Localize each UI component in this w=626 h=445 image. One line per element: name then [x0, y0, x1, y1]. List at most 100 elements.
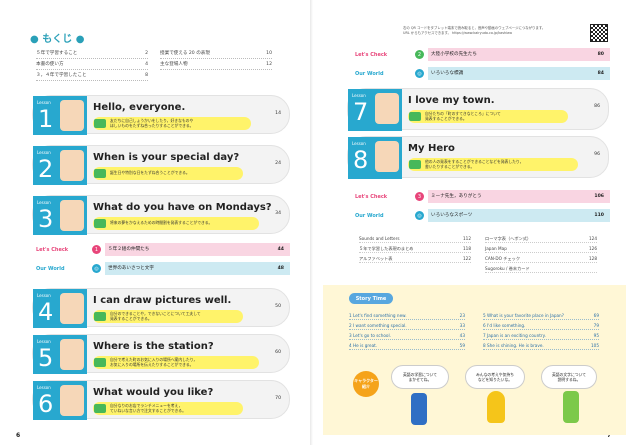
- goal-icon: [94, 169, 106, 178]
- story-item[interactable]: 2 I want something special. 33: [349, 321, 465, 330]
- globe-icon: ◎: [92, 264, 101, 273]
- left-page: ● もくじ ● ５年で学習すること 2 本書の使い方 4 ３，４年で学習したこと 8 …: [0, 0, 313, 445]
- our-world-band[interactable]: Our World ◎ いろいろなスポーツ 110: [355, 209, 610, 222]
- goal-bar: 自分なりのお店でランチメニューを考え， ていねいな言い方で注文することができる。: [93, 402, 243, 415]
- lesson-title: My Hero: [408, 143, 455, 154]
- goal-icon: [94, 119, 106, 128]
- pencil-character-illustration: [563, 391, 579, 423]
- lesson-number-box: Lesson 7: [348, 89, 402, 131]
- character-illustration: [60, 385, 84, 416]
- story-item[interactable]: 1 Let's find something new. 23: [349, 311, 465, 320]
- lesson-title: When is your special day?: [93, 152, 240, 163]
- page-number: 14: [275, 111, 281, 116]
- goal-bar: 自分のできることや，できないことについて工夫して 発表することができる。: [93, 310, 243, 323]
- qr-code-icon[interactable]: [590, 24, 608, 42]
- toc-item[interactable]: 本書の使い方 4: [36, 59, 148, 70]
- character-illustration: [60, 100, 84, 131]
- goal-icon: [409, 112, 421, 121]
- lesson-5-card[interactable]: Lesson 5 Where is the station? 自分で考えた町のお気…: [32, 334, 290, 374]
- story-item[interactable]: 3 Let's go to school. 43: [349, 331, 465, 340]
- goal-bar: 友だちに自己しょうかいをしたり，好きなものや ほしいものをたずね合ったりすること…: [93, 117, 251, 130]
- story-item[interactable]: 6 I'd like something. 79: [483, 321, 599, 330]
- lesson-number-box: Lesson 8: [348, 137, 402, 179]
- goal-bar: 自分で考えた町のお気に入りの場所へ案内したり， お気に入りの場所を伝えたりするこ…: [93, 356, 259, 369]
- speech-bubble: みんなの考えや気持ち などを知りたいな。: [465, 365, 525, 389]
- toc-title: ● もくじ ●: [30, 34, 85, 45]
- page-number: 70: [275, 396, 281, 401]
- appendix-item[interactable]: ５年で学習した表現のまとめ 118: [359, 245, 471, 253]
- goal-text: 他の人の発表をすることができることなどを発表したり， 書いたりすることができる。: [425, 159, 524, 169]
- lesson-title: Hello, everyone.: [93, 102, 186, 113]
- appendix-item[interactable]: アルファベット表 122: [359, 255, 471, 263]
- lesson-number-box: Lesson 5: [33, 335, 87, 374]
- star-character-illustration: [487, 391, 505, 423]
- lesson-number-box: Lesson 1: [33, 96, 87, 135]
- character-illustration: [60, 200, 84, 231]
- lets-check-2-band[interactable]: Let's Check 2 大陸小学校の先生たち 80: [355, 48, 610, 61]
- goal-text: 将来の夢をかなえるための時間割を発表することができる。: [110, 220, 213, 225]
- goal-bar: 将来の夢をかなえるための時間割を発表することができる。: [93, 217, 259, 230]
- story-item[interactable]: 7 Japan is an exciting country. 95: [483, 331, 599, 340]
- toc-item[interactable]: ５年で学習すること 2: [36, 48, 148, 59]
- lesson-number-box: Lesson 3: [33, 196, 87, 235]
- story-item[interactable]: 4 He is great. 59: [349, 341, 465, 350]
- lesson-4-card[interactable]: Lesson 4 I can draw pictures well. 自分のできる…: [32, 288, 290, 328]
- our-world-band[interactable]: Our World ◎ いろいろな標識 84: [355, 67, 610, 80]
- character-illustration: [375, 141, 399, 172]
- character-illustration: [60, 150, 84, 181]
- character-illustration: [375, 93, 399, 124]
- qr-note: 右の QR コードをタブレット端末で読み取ると，音声や動画のウェブページにつなが…: [403, 26, 546, 35]
- lesson-2-card[interactable]: Lesson 2 When is your special day? 誕生日や特別…: [32, 145, 290, 185]
- goal-bar: 他の人の発表をすることができることなどを発表したり， 書いたりすることができる。: [408, 158, 578, 171]
- page-number: 60: [275, 350, 281, 355]
- story-item[interactable]: 8 She is shining. He is brave. 105: [483, 341, 599, 350]
- goal-text: 自分で考えた町のお気に入りの場所へ案内したり， お気に入りの場所を伝えたりするこ…: [110, 357, 198, 367]
- lesson-number-box: Lesson 6: [33, 381, 87, 420]
- lesson-number-box: Lesson 2: [33, 146, 87, 185]
- page-number: 86: [594, 104, 600, 109]
- lesson-title: What do you have on Mondays?: [93, 202, 272, 213]
- speech-bubble: 英語の文字について 説明するね。: [541, 365, 597, 389]
- lesson-title: Where is the station?: [93, 341, 214, 352]
- character-illustration: [60, 339, 84, 370]
- globe-icon: ◎: [415, 69, 424, 78]
- our-world-band[interactable]: Our World ◎ 世界のあいさつと文字 48: [32, 262, 290, 275]
- lesson-7-card[interactable]: Lesson 7 I love my town. 自分たちの「町のすてきなところ」…: [347, 88, 609, 131]
- appendix-item[interactable]: Sugoroku / 巻末カード: [485, 265, 597, 273]
- toc-list-left: ５年で学習すること 2 本書の使い方 4 ３，４年で学習したこと 8: [36, 48, 148, 81]
- character-illustration: [60, 293, 84, 324]
- goal-icon: [409, 160, 421, 169]
- toc-item[interactable]: 授業で使える 20 の表現 10: [160, 48, 272, 59]
- goal-text: 友だちに自己しょうかいをしたり，好きなものや ほしいものをたずね合ったりすること…: [110, 118, 194, 128]
- story-item[interactable]: 5 What is your favorite place in Japan? 6…: [483, 311, 599, 320]
- toc-item[interactable]: 主な登場人物 12: [160, 59, 272, 70]
- appendix-item[interactable]: Sounds and Letters 112: [359, 235, 471, 243]
- toc-list-right: 授業で使える 20 の表現 10 主な登場人物 12: [160, 48, 272, 70]
- lesson-1-card[interactable]: Lesson 1 Hello, everyone. 友だちに自己しょうかいをしたり…: [32, 95, 290, 135]
- goal-icon: [94, 404, 106, 413]
- lets-check-1-band[interactable]: Let's Check 1 ５年２組の仲間たち 44: [32, 243, 290, 256]
- page-number: 34: [275, 211, 281, 216]
- lesson-6-card[interactable]: Lesson 6 What would you like? 自分なりのお店でランチ…: [32, 380, 290, 420]
- page-number: 24: [275, 161, 281, 166]
- story-time-panel: Story Time 1 Let's find something new. 23…: [323, 285, 626, 435]
- page-number-left: 6: [16, 432, 21, 439]
- goal-bar: 誕生日や特別な日をたずね合うことができる。: [93, 167, 243, 180]
- lesson-title: I can draw pictures well.: [93, 295, 232, 306]
- goal-text: 自分のできることや，できないことについて工夫して 発表することができる。: [110, 311, 201, 321]
- robot-character-illustration: [411, 393, 427, 425]
- lesson-3-card[interactable]: Lesson 3 What do you have on Mondays? 将来の…: [32, 195, 290, 235]
- goal-bar: 自分たちの「町のすてきなところ」について 発表することができる。: [408, 110, 568, 123]
- goal-text: 誕生日や特別な日をたずね合うことができる。: [110, 170, 190, 175]
- appendix-item[interactable]: CAN-DO チェック 128: [485, 255, 597, 263]
- story-time-label[interactable]: Story Time: [349, 293, 393, 304]
- globe-icon: ◎: [415, 211, 424, 220]
- goal-icon: [94, 312, 106, 321]
- lets-check-3-band[interactable]: Let's Check 3 ミーナ先生，ありがとう 106: [355, 190, 610, 203]
- lesson-8-card[interactable]: Lesson 8 My Hero 他の人の発表をすることができることなどを発表した…: [347, 136, 609, 179]
- appendix-item[interactable]: ローマ字表（ヘボン式） 124: [485, 235, 597, 243]
- toc-item[interactable]: ３，４年で学習したこと 8: [36, 70, 148, 81]
- goal-icon: [94, 219, 106, 228]
- goal-text: 自分たちの「町のすてきなところ」について 発表することができる。: [425, 111, 501, 121]
- appendix-item[interactable]: Japan Map 126: [485, 245, 597, 253]
